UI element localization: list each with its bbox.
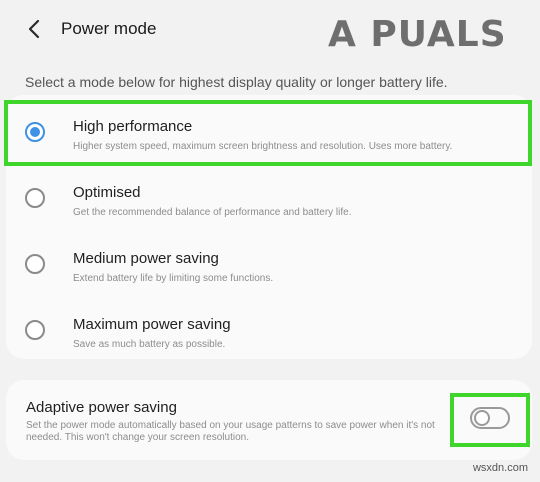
- adaptive-power-saving-toggle[interactable]: [470, 407, 510, 429]
- option-label: Optimised: [73, 184, 141, 201]
- radio-button[interactable]: [25, 254, 45, 274]
- page-title: Power mode: [61, 19, 157, 38]
- logo-text: A PUALS: [328, 14, 507, 55]
- adaptive-description: Set the power mode automatically based o…: [26, 420, 435, 443]
- option-maximum-power-saving[interactable]: Maximum power saving Save as much batter…: [6, 297, 532, 363]
- option-optimised[interactable]: Optimised Get the recommended balance of…: [6, 165, 532, 231]
- highlight-box: [4, 100, 532, 166]
- option-medium-power-saving[interactable]: Medium power saving Extend battery life …: [6, 231, 532, 297]
- adaptive-title: Adaptive power saving: [26, 399, 177, 416]
- watermark: wsxdn.com: [472, 462, 528, 474]
- chevron-left-icon[interactable]: [24, 18, 46, 40]
- option-label: Maximum power saving: [73, 316, 231, 333]
- option-subtitle: Extend battery life by limiting some fun…: [73, 273, 274, 284]
- option-subtitle: Get the recommended balance of performan…: [73, 207, 352, 218]
- radio-button[interactable]: [25, 188, 45, 208]
- mode-description: Select a mode below for highest display …: [25, 74, 448, 90]
- app-header: Power mode A PUALS: [0, 0, 540, 62]
- option-label: Medium power saving: [73, 250, 219, 267]
- radio-button[interactable]: [25, 320, 45, 340]
- option-subtitle: Save as much battery as possible.: [73, 339, 226, 350]
- toggle-knob: [474, 410, 490, 426]
- site-logo: A PUALS: [328, 14, 536, 62]
